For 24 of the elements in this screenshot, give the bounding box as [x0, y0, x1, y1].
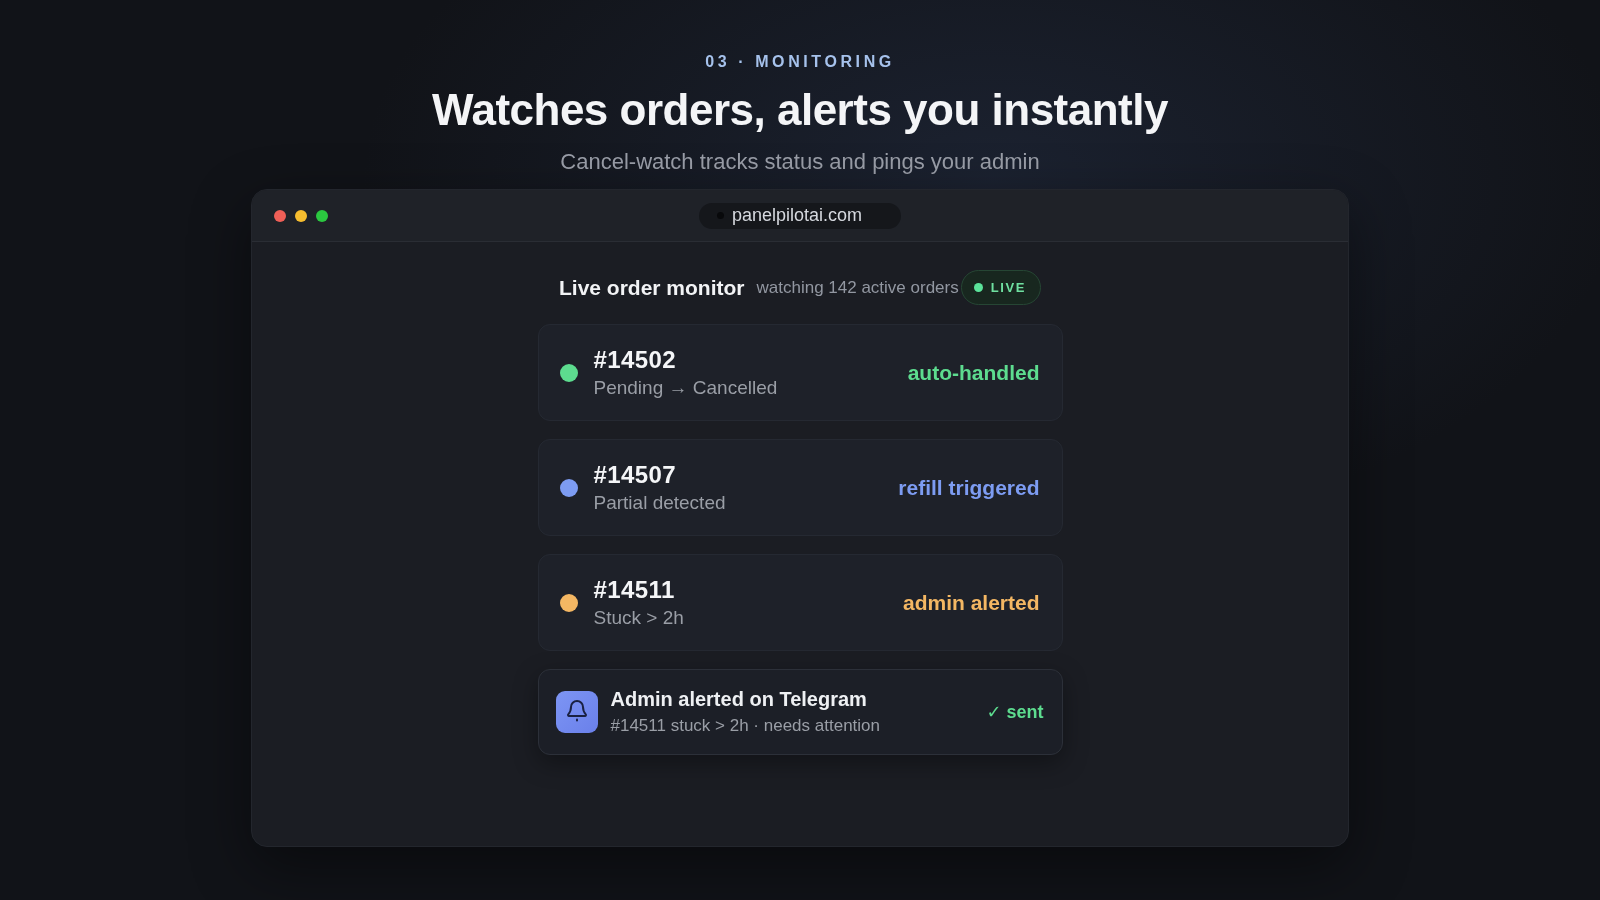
maximize-icon[interactable]: [316, 209, 328, 222]
minimize-icon[interactable]: [295, 209, 307, 222]
order-action: admin alerted: [902, 590, 1040, 615]
alert-status: ✓ sent: [986, 701, 1044, 723]
order-id: #14502: [593, 344, 676, 375]
close-icon[interactable]: [274, 209, 286, 222]
order-action: auto-handled: [907, 360, 1040, 385]
order-id: #14511: [593, 574, 675, 605]
status-dot-icon: [973, 283, 983, 292]
address-bar[interactable]: panelpilotai.com: [699, 202, 901, 229]
page-title: Watches orders, alerts you instantly: [432, 84, 1168, 136]
section-eyebrow: 03 · MONITORING: [705, 52, 895, 72]
bell-icon: [555, 691, 598, 733]
order-status: Stuck > 2h: [593, 605, 684, 630]
order-status: Partial detected: [593, 490, 726, 515]
monitor-subtitle: watching 142 active orders: [756, 277, 959, 298]
alert-detail: #14511 stuck > 2h · needs attention: [610, 715, 881, 737]
order-status: Pending → Cancelled: [593, 375, 778, 400]
live-label: LIVE: [990, 280, 1027, 295]
alert-title: Admin alerted on Telegram: [610, 687, 867, 711]
order-action: refill triggered: [898, 475, 1040, 500]
order-id: #14507: [593, 459, 676, 490]
monitor-title: Live order monitor: [558, 275, 745, 300]
page-subtitle: Cancel-watch tracks status and pings your admin: [560, 148, 1040, 176]
